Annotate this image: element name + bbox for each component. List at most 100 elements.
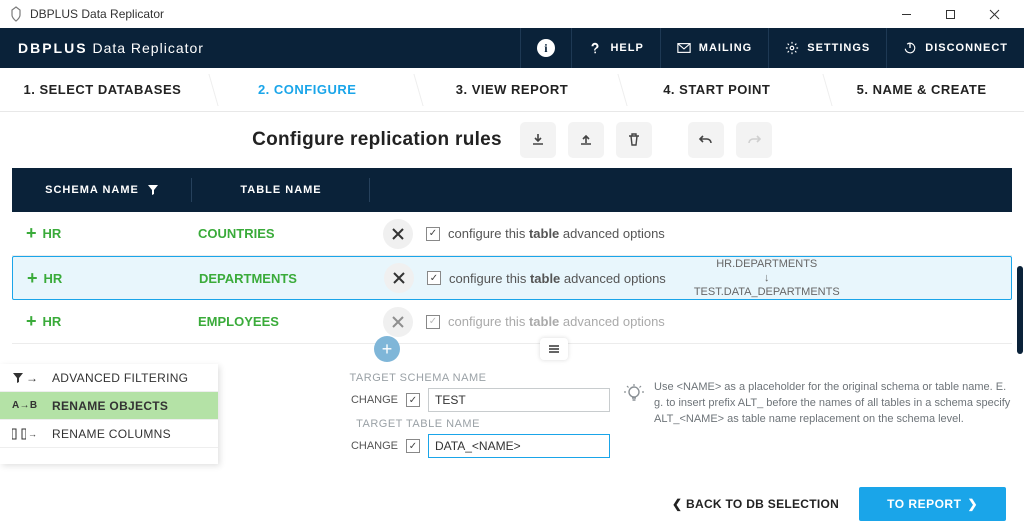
mapping-preview: HR.DEPARTMENTS ↓ TEST.DATA_DEPARTMENTS xyxy=(694,257,840,300)
step-4[interactable]: 4. START POINT xyxy=(614,68,819,111)
next-button[interactable]: TO REPORT❯ xyxy=(859,487,1006,521)
window-close-button[interactable] xyxy=(972,0,1016,28)
change-schema-checkbox[interactable]: ✓ xyxy=(406,393,420,407)
schema-cell: HR xyxy=(43,226,62,241)
scrollbar-thumb[interactable] xyxy=(1017,266,1023,354)
upload-button[interactable] xyxy=(568,122,604,158)
advanced-options-checkbox[interactable]: ✓ xyxy=(427,271,441,285)
help-button[interactable]: HELP xyxy=(571,28,659,68)
mailing-button[interactable]: MAILING xyxy=(660,28,768,68)
target-table-input[interactable] xyxy=(428,434,610,458)
undo-icon xyxy=(698,132,714,148)
advanced-options-checkbox[interactable]: ✓ xyxy=(426,315,440,329)
step-1[interactable]: 1. SELECT DATABASES xyxy=(0,68,205,111)
disconnect-label: DISCONNECT xyxy=(925,42,1008,54)
tip-text: Use <NAME> as a placeholder for the orig… xyxy=(654,380,1012,464)
wizard-steps: 1. SELECT DATABASES 2. CONFIGURE 3. VIEW… xyxy=(0,68,1024,112)
info-icon: i xyxy=(537,39,555,57)
th-table[interactable]: TABLE NAME xyxy=(192,168,370,212)
settings-button[interactable]: SETTINGS xyxy=(768,28,886,68)
help-label: HELP xyxy=(610,42,643,54)
table-row[interactable]: + HR EMPLOYEES ✓ configure this table adv… xyxy=(12,300,1012,344)
rename-form: TARGET SCHEMA NAME CHANGE ✓ TARGET TABLE… xyxy=(218,364,618,464)
tip: Use <NAME> as a placeholder for the orig… xyxy=(618,364,1024,464)
remove-row-button[interactable] xyxy=(383,219,413,249)
page-title: Configure replication rules xyxy=(252,129,502,151)
download-button[interactable] xyxy=(520,122,556,158)
bottom-panel: → ADVANCED FILTERING A→B RENAME OBJECTS … xyxy=(0,364,1024,464)
app-header: DBPLUS Data Replicator i HELP MAILING SE… xyxy=(0,28,1024,68)
titlebar: DBPLUS Data Replicator xyxy=(0,0,1024,28)
remove-row-button[interactable] xyxy=(383,307,413,337)
add-row-area: + xyxy=(12,344,1012,362)
target-table-label: TARGET TABLE NAME xyxy=(218,418,618,430)
remove-row-button[interactable] xyxy=(384,263,414,293)
disconnect-button[interactable]: DISCONNECT xyxy=(886,28,1024,68)
tab-advanced-filtering[interactable]: → ADVANCED FILTERING xyxy=(0,364,218,392)
advanced-options-checkbox[interactable]: ✓ xyxy=(426,227,440,241)
table-header: SCHEMA NAME TABLE NAME xyxy=(12,168,1012,212)
table-cell: DEPARTMENTS xyxy=(193,271,371,286)
help-icon xyxy=(588,41,602,55)
step-5[interactable]: 5. NAME & CREATE xyxy=(819,68,1024,111)
table-cell: COUNTRIES xyxy=(192,226,370,241)
undo-button[interactable] xyxy=(688,122,724,158)
app-logo-icon xyxy=(8,6,24,22)
window-title: DBPLUS Data Replicator xyxy=(30,7,884,21)
brand: DBPLUS Data Replicator xyxy=(0,40,222,56)
th-schema[interactable]: SCHEMA NAME xyxy=(12,168,192,212)
x-icon xyxy=(393,272,405,284)
advanced-options-label: configure this table advanced options xyxy=(448,226,665,241)
arrow-down-icon: ↓ xyxy=(694,271,840,285)
lightbulb-icon xyxy=(624,384,644,404)
footer: ❮ BACK TO DB SELECTION TO REPORT❯ xyxy=(672,487,1006,521)
brand-bold: DBPLUS xyxy=(18,40,88,56)
mailing-label: MAILING xyxy=(699,42,752,54)
plus-icon: + xyxy=(382,339,393,360)
chevron-right-icon: ❯ xyxy=(967,497,978,511)
target-schema-label: TARGET SCHEMA NAME xyxy=(218,372,618,384)
delete-button[interactable] xyxy=(616,122,652,158)
upload-icon xyxy=(578,132,594,148)
info-button[interactable]: i xyxy=(520,28,571,68)
filter-icon xyxy=(147,184,159,196)
hamburger-icon xyxy=(547,344,561,354)
x-icon xyxy=(392,316,404,328)
filter-arrow-icon: → xyxy=(12,371,42,385)
table-cell: EMPLOYEES xyxy=(192,314,370,329)
columns-icon: → xyxy=(12,428,42,440)
add-row-button[interactable]: + xyxy=(374,336,400,362)
plus-icon: + xyxy=(26,311,37,332)
advanced-options-label: configure this table advanced options xyxy=(448,314,665,329)
gear-icon xyxy=(785,41,799,55)
window-maximize-button[interactable] xyxy=(928,0,972,28)
change-table-label: CHANGE xyxy=(351,440,398,452)
back-button[interactable]: ❮ BACK TO DB SELECTION xyxy=(672,497,839,511)
window-minimize-button[interactable] xyxy=(884,0,928,28)
advanced-options-label: configure this table advanced options xyxy=(449,271,666,286)
panel-toggle-button[interactable] xyxy=(540,338,568,360)
tab-rename-objects[interactable]: A→B RENAME OBJECTS xyxy=(0,392,218,420)
tab-rename-columns[interactable]: → RENAME COLUMNS xyxy=(0,420,218,448)
plus-icon: + xyxy=(27,268,38,289)
change-schema-label: CHANGE xyxy=(351,394,398,406)
table-rows: + HR COUNTRIES ✓ configure this table adv… xyxy=(12,212,1012,344)
trash-icon xyxy=(626,132,642,148)
step-3[interactable]: 3. VIEW REPORT xyxy=(410,68,615,111)
mail-icon xyxy=(677,41,691,55)
plus-icon: + xyxy=(26,223,37,244)
settings-label: SETTINGS xyxy=(807,42,870,54)
table-row[interactable]: +HR DEPARTMENTS ✓ configure this table a… xyxy=(12,256,1012,300)
rename-icon: A→B xyxy=(12,400,42,411)
x-icon xyxy=(392,228,404,240)
brand-rest: Data Replicator xyxy=(88,40,204,56)
redo-icon xyxy=(746,132,762,148)
table-row[interactable]: + HR COUNTRIES ✓ configure this table adv… xyxy=(12,212,1012,256)
page-bar: Configure replication rules xyxy=(0,112,1024,168)
change-table-checkbox[interactable]: ✓ xyxy=(406,439,420,453)
step-2[interactable]: 2. CONFIGURE xyxy=(205,68,410,111)
schema-cell: HR xyxy=(43,314,62,329)
redo-button[interactable] xyxy=(736,122,772,158)
target-schema-input[interactable] xyxy=(428,388,610,412)
power-icon xyxy=(903,41,917,55)
